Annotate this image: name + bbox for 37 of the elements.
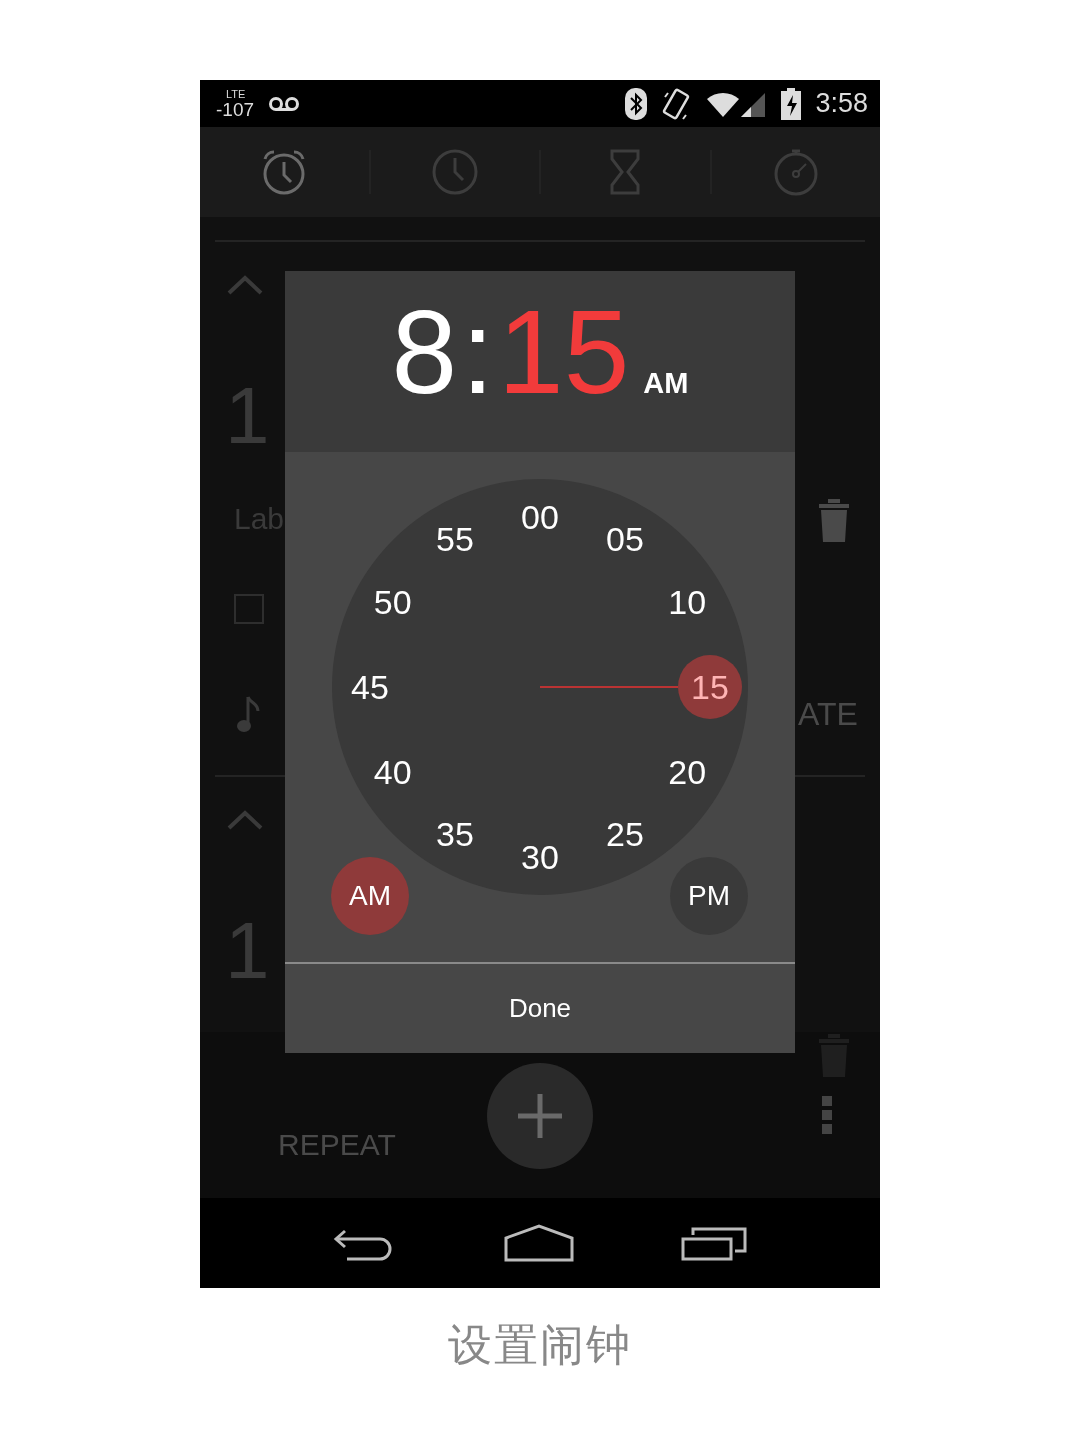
- vibrate-label: ATE: [798, 696, 858, 733]
- caption: 设置闹钟: [448, 1319, 632, 1370]
- bluetooth-icon: [625, 87, 648, 120]
- minute-option[interactable]: 35: [423, 802, 487, 867]
- minute-option[interactable]: 50: [360, 570, 425, 634]
- chevron-up-icon: [227, 275, 263, 295]
- minute-option[interactable]: 30: [508, 825, 572, 889]
- pm-button[interactable]: PM: [670, 857, 748, 935]
- minute-option[interactable]: 20: [655, 740, 720, 804]
- recent-apps-button[interactable]: [680, 1225, 747, 1261]
- recent-apps-icon: [680, 1225, 747, 1261]
- time-separator: :: [461, 293, 495, 411]
- meridiem-display: AM: [643, 367, 689, 400]
- minute-option[interactable]: 55: [423, 507, 487, 572]
- overflow-menu-icon[interactable]: [821, 1096, 833, 1134]
- trash-icon[interactable]: [818, 497, 850, 543]
- chevron-up-icon: [227, 810, 263, 830]
- battery-charging-icon: [781, 87, 802, 120]
- music-note-icon: [236, 695, 260, 735]
- home-icon: [504, 1224, 574, 1262]
- plus-icon: [516, 1092, 564, 1140]
- status-time: 3:58: [815, 88, 868, 119]
- minute-option[interactable]: 05: [593, 507, 657, 572]
- minute-option[interactable]: 40: [360, 740, 425, 804]
- home-button[interactable]: [504, 1224, 574, 1262]
- checkbox[interactable]: [234, 594, 264, 624]
- minute-option[interactable]: 00: [508, 485, 572, 549]
- minute-option[interactable]: 25: [593, 802, 657, 867]
- signal-reading: -107: [216, 99, 255, 119]
- minute-option[interactable]: 10: [655, 570, 720, 634]
- repeat-label: REPEAT: [278, 1128, 396, 1162]
- am-button[interactable]: AM: [331, 857, 409, 935]
- vibrate-phone-icon: [661, 86, 692, 121]
- network-type: LTE: [225, 88, 247, 100]
- minute-option[interactable]: 45: [338, 655, 402, 719]
- voicemail-icon: [268, 95, 301, 112]
- hour-display[interactable]: 8: [391, 293, 458, 411]
